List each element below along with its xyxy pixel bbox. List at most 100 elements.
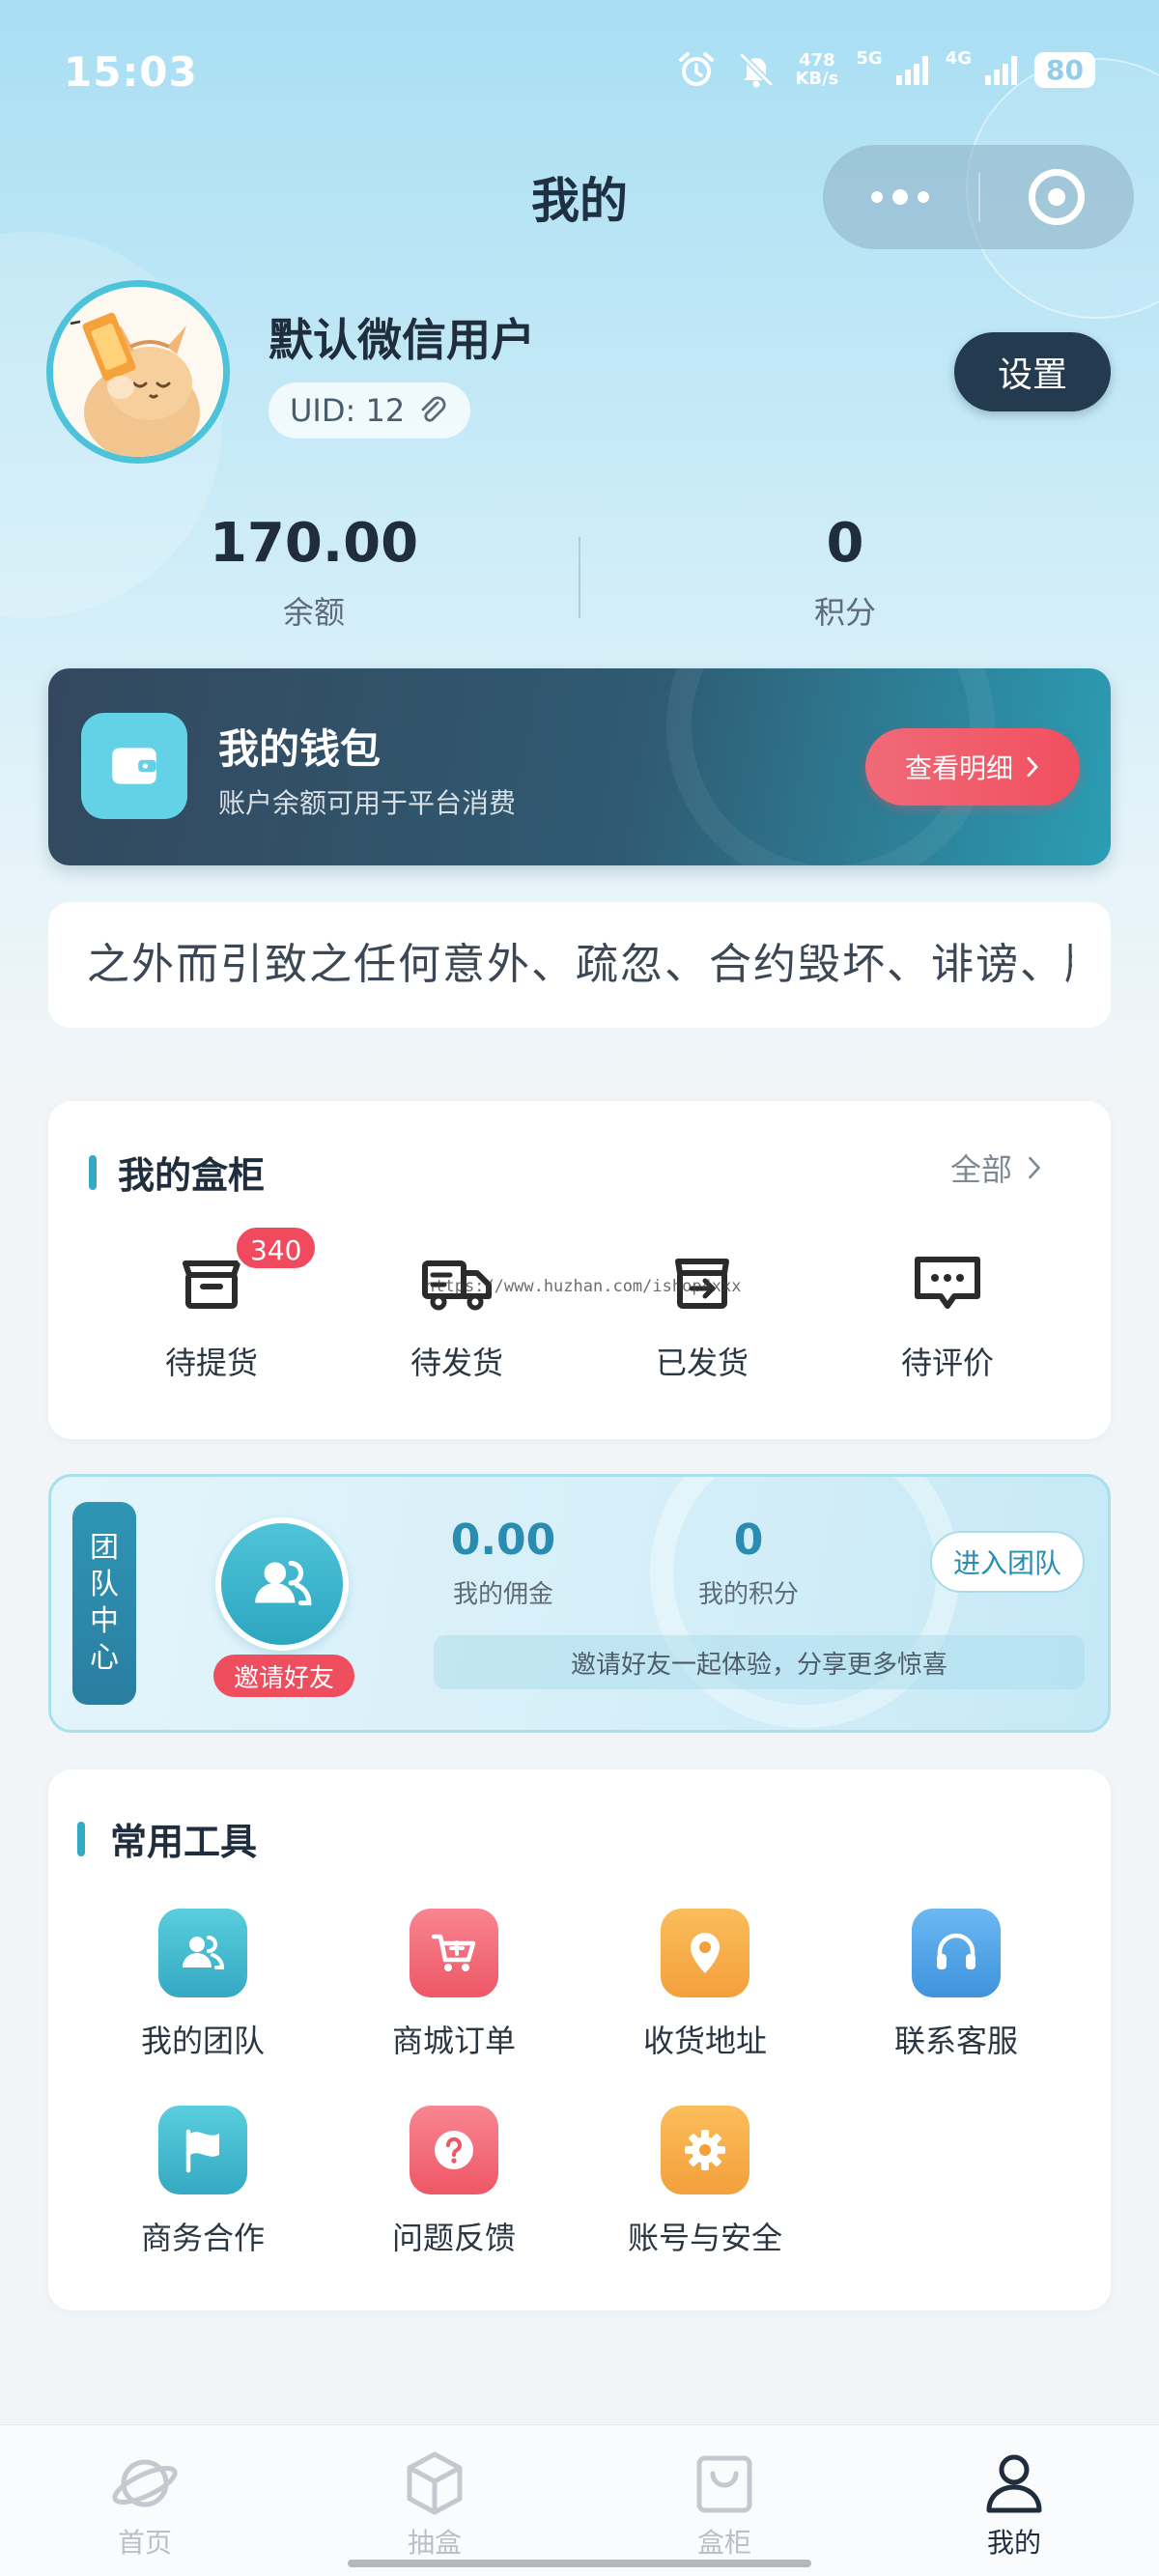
tools-card: 常用工具 我的团队 商城订单 收货地址 联系客服 商务合作 问题反馈 账号与安全 bbox=[48, 1769, 1111, 2310]
team-tab-char: 队 bbox=[90, 1568, 119, 1601]
status-time: 15:03 bbox=[64, 48, 198, 96]
locker-item-label: 待发货 bbox=[410, 1345, 503, 1381]
team-points-value: 0 bbox=[733, 1515, 764, 1565]
locker-card: 我的盒柜 全部 待提货 待发货 已发货 待评价 bbox=[48, 1101, 1111, 1439]
title-accent-bar bbox=[89, 1155, 97, 1190]
enter-team-button[interactable]: 进入团队 bbox=[930, 1531, 1085, 1593]
tool-account-security[interactable]: 账号与安全 bbox=[599, 2106, 811, 2258]
team-tab-char: 团 bbox=[90, 1531, 119, 1565]
question-icon bbox=[410, 2106, 498, 2194]
team-icon bbox=[158, 1909, 247, 1997]
see-all-label: 全部 bbox=[950, 1151, 1013, 1188]
tool-label: 我的团队 bbox=[140, 2023, 265, 2059]
uid-text: UID: 12 bbox=[290, 392, 406, 429]
comment-icon bbox=[915, 1257, 980, 1309]
points-stat[interactable]: 0 积分 bbox=[652, 512, 1038, 633]
tool-label: 商务合作 bbox=[140, 2220, 265, 2256]
planet-icon bbox=[112, 2459, 178, 2507]
locker-title: 我的盒柜 bbox=[118, 1154, 266, 1197]
avatar[interactable] bbox=[46, 280, 230, 464]
commission-value: 0.00 bbox=[450, 1515, 556, 1565]
see-all-link[interactable]: 全部 bbox=[950, 1146, 1043, 1190]
title-accent-bar bbox=[77, 1822, 85, 1856]
bag-icon bbox=[696, 2455, 752, 2513]
network-label-1: 5G bbox=[856, 48, 883, 69]
location-icon bbox=[661, 1909, 749, 1997]
more-dot-icon bbox=[892, 189, 909, 205]
close-miniprogram-button[interactable] bbox=[980, 145, 1135, 249]
tools-title: 常用工具 bbox=[110, 1821, 258, 1863]
tab-label: 抽盒 bbox=[407, 2527, 462, 2559]
cart-icon bbox=[410, 1909, 498, 1997]
network-label-2: 4G bbox=[945, 48, 973, 69]
team-center-tab: 团 队 中 心 bbox=[72, 1502, 136, 1705]
wallet-title: 我的钱包 bbox=[218, 725, 382, 773]
more-button[interactable] bbox=[823, 145, 978, 249]
tab-label: 盒柜 bbox=[696, 2527, 751, 2559]
commission-label: 我的佣金 bbox=[452, 1580, 553, 1609]
invite-friends-button[interactable]: 邀请好友 bbox=[213, 1655, 354, 1697]
balance-value: 170.00 bbox=[209, 512, 419, 575]
pending-pickup-badge: 340 bbox=[234, 1225, 319, 1271]
status-bar: 15:03 478 KB/s 5G 4G 80 bbox=[0, 39, 1159, 106]
chevron-right-icon bbox=[1027, 756, 1038, 778]
bell-muted-icon bbox=[739, 52, 775, 88]
users-icon bbox=[255, 1560, 312, 1606]
home-indicator[interactable] bbox=[348, 2560, 811, 2567]
tool-feedback[interactable]: 问题反馈 bbox=[348, 2106, 560, 2258]
alarm-icon bbox=[679, 52, 715, 86]
tool-label: 收货地址 bbox=[642, 2023, 767, 2059]
locker-pending-review[interactable]: 待评价 bbox=[851, 1246, 1044, 1383]
bottom-tab-bar: 首页 抽盒 盒柜 我的 bbox=[0, 2424, 1159, 2576]
cat-avatar-icon bbox=[53, 287, 223, 457]
team-invite-note: 邀请好友一起体验，分享更多惊喜 bbox=[434, 1635, 1085, 1689]
view-details-label: 查看明细 bbox=[904, 752, 1013, 784]
watermark-text: https://www.huzhan.com/ishop4xxx bbox=[425, 1277, 742, 1296]
tool-business-cooperation[interactable]: 商务合作 bbox=[97, 2106, 309, 2258]
team-points-stat: 0 我的积分 bbox=[642, 1515, 855, 1610]
signal-icon bbox=[895, 54, 928, 85]
tool-label: 账号与安全 bbox=[627, 2220, 782, 2256]
tab-profile[interactable]: 我的 bbox=[942, 2447, 1087, 2561]
notice-marquee[interactable]: 之外而引致之任何意外、疏忽、合约毁坏、诽谤、版 bbox=[48, 902, 1111, 1028]
chevron-right-icon bbox=[1029, 1156, 1040, 1179]
account-stats: 170.00 余额 0 积分 bbox=[0, 512, 1159, 647]
locker-shipped[interactable]: 已发货 bbox=[606, 1246, 799, 1383]
tool-customer-service[interactable]: 联系客服 bbox=[850, 1909, 1062, 2061]
wallet-icon bbox=[81, 713, 187, 819]
team-points-label: 我的积分 bbox=[697, 1580, 799, 1609]
gear-icon bbox=[661, 2106, 749, 2194]
net-speed-unit: KB/s bbox=[795, 69, 839, 89]
locker-item-label: 待评价 bbox=[900, 1345, 994, 1381]
net-speed-value: 478 bbox=[799, 50, 835, 71]
user-icon bbox=[986, 2454, 1042, 2513]
tab-label: 首页 bbox=[117, 2527, 172, 2559]
points-value: 0 bbox=[826, 512, 864, 575]
more-dot-icon bbox=[918, 191, 930, 203]
more-dot-icon bbox=[871, 191, 884, 203]
tool-shop-orders[interactable]: 商城订单 bbox=[348, 1909, 560, 2061]
flag-icon bbox=[158, 2106, 247, 2194]
tab-draw-box[interactable]: 抽盒 bbox=[362, 2447, 507, 2561]
tool-label: 问题反馈 bbox=[391, 2220, 516, 2256]
view-details-button[interactable]: 查看明细 bbox=[865, 728, 1080, 806]
status-icons: 478 KB/s 5G 4G 80 bbox=[675, 48, 1095, 91]
locker-pending-ship[interactable]: 待发货 bbox=[360, 1246, 553, 1383]
tool-my-team[interactable]: 我的团队 bbox=[97, 1909, 309, 2061]
headset-icon bbox=[912, 1909, 1001, 1997]
tab-home[interactable]: 首页 bbox=[72, 2447, 217, 2561]
stats-divider bbox=[579, 537, 580, 618]
uid-pill[interactable]: UID: 12 bbox=[269, 382, 471, 439]
tab-locker[interactable]: 盒柜 bbox=[652, 2447, 797, 2561]
invite-friends-avatar[interactable] bbox=[215, 1517, 349, 1651]
wallet-card[interactable]: 我的钱包 账户余额可用于平台消费 查看明细 bbox=[48, 668, 1111, 865]
paperclip-icon bbox=[421, 396, 446, 422]
net-speed: 478 KB/s bbox=[795, 51, 838, 88]
tool-label: 商城订单 bbox=[391, 2023, 516, 2059]
tool-shipping-address[interactable]: 收货地址 bbox=[599, 1909, 811, 2061]
team-center-card: 团 队 中 心 邀请好友 0.00 我的佣金 0 我的积分 进入团队 邀请好友一… bbox=[48, 1474, 1111, 1733]
balance-stat[interactable]: 170.00 余额 bbox=[121, 512, 507, 633]
wallet-subtitle: 账户余额可用于平台消费 bbox=[218, 787, 517, 819]
settings-button[interactable]: 设置 bbox=[954, 332, 1111, 411]
points-label: 积分 bbox=[813, 594, 876, 631]
